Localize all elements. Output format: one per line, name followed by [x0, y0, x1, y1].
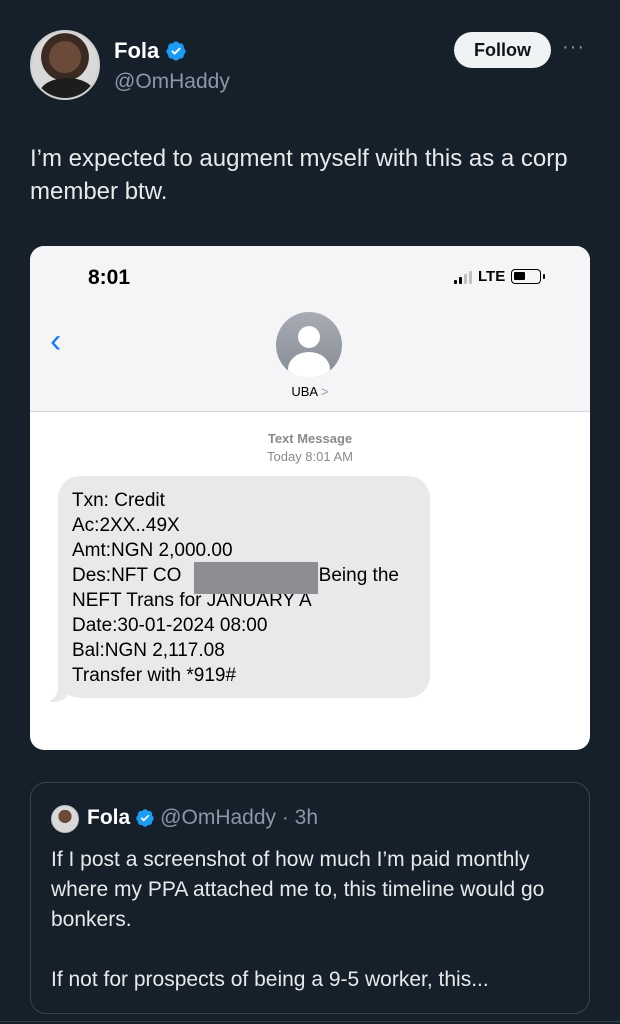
quoted-author-avatar: [51, 805, 79, 833]
verified-badge-icon: [166, 41, 186, 61]
author-avatar[interactable]: [30, 30, 100, 100]
quoted-paragraph: If I post a screenshot of how much I’m p…: [51, 848, 545, 931]
quoted-tweet[interactable]: Fola @OmHaddy · 3h If I post a screensho…: [30, 782, 590, 1014]
quoted-tweet-text: If I post a screenshot of how much I’m p…: [51, 845, 581, 995]
contact-chevron-icon: >: [321, 384, 329, 399]
quoted-paragraph: If not for prospects of being a 9-5 work…: [51, 968, 489, 991]
status-bar-indicators: LTE: [454, 268, 546, 285]
sms-line: Txn: Credit: [72, 490, 165, 511]
quoted-author-name: Fola: [87, 806, 131, 829]
tweet-media-image[interactable]: 8:01 LTE ‹ UBA > Text Message Today 8:01…: [30, 246, 590, 750]
status-bar-time: 8:01: [88, 266, 131, 289]
sms-line: Amt:NGN 2,000.00: [72, 540, 233, 561]
tweet-text: I’m expected to augment myself with this…: [30, 145, 568, 205]
follow-button[interactable]: Follow: [454, 32, 551, 68]
phone-header: 8:01 LTE ‹ UBA >: [30, 246, 590, 412]
verified-badge-icon: [136, 809, 154, 827]
sms-line: Date:30-01-2024 08:00: [72, 615, 268, 636]
quoted-handle-time: @OmHaddy · 3h: [160, 806, 319, 829]
sms-line: Ac:2XX..49X: [72, 515, 180, 536]
contact-avatar-icon: [276, 312, 342, 378]
message-timestamp: Today 8:01 AM: [267, 449, 353, 464]
network-type-label: LTE: [478, 268, 506, 285]
battery-icon: [511, 269, 546, 284]
quoted-tweet-header: Fola @OmHaddy · 3h: [87, 806, 318, 830]
contact-name: UBA >: [30, 384, 590, 399]
signal-strength-icon: [454, 270, 472, 284]
avatar-shoulders: [40, 78, 94, 98]
contact-name-label: UBA: [291, 384, 318, 399]
back-chevron-icon: ‹: [50, 322, 62, 360]
tweet-header: Fola @OmHaddy Follow ···: [30, 30, 590, 102]
sms-line: Transfer with *919#: [72, 665, 237, 686]
sms-line: Bal:NGN 2,117.08: [72, 640, 225, 661]
author-name-row: Fola: [114, 38, 187, 64]
divider: [0, 1021, 620, 1022]
message-type: Text Message: [267, 431, 353, 446]
redaction-box: [194, 562, 318, 594]
author-display-name[interactable]: Fola: [114, 38, 159, 64]
message-meta: Text Message Today 8:01 AM: [30, 430, 590, 466]
more-options-icon[interactable]: ···: [562, 36, 585, 59]
author-handle[interactable]: @OmHaddy: [114, 70, 230, 94]
